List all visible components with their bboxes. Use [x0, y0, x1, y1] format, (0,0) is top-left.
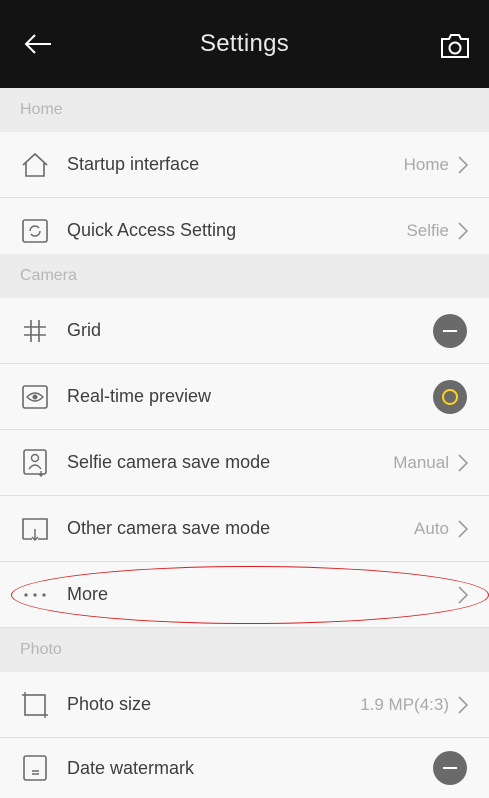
page-title: Settings [199, 30, 290, 57]
section-photo-label: Photo [20, 641, 62, 658]
photo-size-value: 1.9 MP(4:3) [360, 694, 449, 714]
date-watermark-label: Date watermark [67, 757, 195, 778]
selfie-camera-save-mode-label: Selfie camera save mode [67, 452, 271, 472]
other-save-icon [21, 515, 49, 543]
grid-icon [21, 317, 49, 345]
chevron-right-icon [455, 154, 471, 176]
startup-interface-value: Home [403, 154, 449, 174]
more-label: More [67, 584, 109, 604]
preview-icon [21, 383, 49, 411]
camera-switch-button[interactable] [435, 26, 475, 66]
selfie-camera-save-mode-value: Manual [393, 452, 449, 472]
section-header-photo: Photo [0, 628, 489, 672]
date-watermark-row[interactable]: Date watermark [0, 738, 489, 798]
grid-label: Grid [67, 320, 102, 340]
title-bar: Settings [0, 0, 489, 88]
section-home-label: Home [20, 101, 63, 118]
date-watermark-icon [21, 754, 49, 782]
other-camera-save-mode-value: Auto [414, 518, 449, 538]
grid-toggle[interactable] [433, 313, 467, 348]
real-time-preview-label: Real-time preview [67, 386, 212, 406]
real-time-preview-toggle[interactable] [433, 379, 467, 414]
chevron-right-icon [455, 694, 471, 716]
section-header-camera: Camera [0, 254, 489, 298]
startup-interface-row[interactable]: Startup interface Home [0, 132, 489, 198]
date-watermark-toggle[interactable] [433, 751, 467, 785]
selfie-camera-save-mode-row[interactable]: Selfie camera save mode Manual [0, 430, 489, 496]
photo-size-label: Photo size [67, 694, 152, 714]
photo-size-row[interactable]: Photo size 1.9 MP(4:3) [0, 672, 489, 738]
camera-icon [441, 34, 469, 58]
quick-access-setting-label: Quick Access Setting [67, 220, 237, 240]
chevron-right-icon [455, 220, 471, 242]
real-time-preview-row[interactable]: Real-time preview [0, 364, 489, 430]
chevron-right-icon [455, 518, 471, 540]
home-icon [21, 151, 49, 179]
quick-access-setting-value: Selfie [406, 220, 449, 240]
other-camera-save-mode-row[interactable]: Other camera save mode Auto [0, 496, 489, 562]
quick-access-icon [21, 217, 49, 245]
other-camera-save-mode-label: Other camera save mode [67, 518, 271, 538]
photo-size-icon [21, 691, 49, 719]
more-dots-icon [21, 581, 49, 609]
chevron-right-icon [455, 584, 471, 606]
more-row[interactable]: More [0, 562, 489, 628]
startup-interface-label: Startup interface [67, 154, 200, 174]
chevron-right-icon [455, 452, 471, 474]
section-header-home: Home [0, 88, 489, 132]
selfie-save-icon [21, 448, 49, 477]
grid-row[interactable]: Grid [0, 298, 489, 364]
section-camera-label: Camera [20, 267, 77, 284]
